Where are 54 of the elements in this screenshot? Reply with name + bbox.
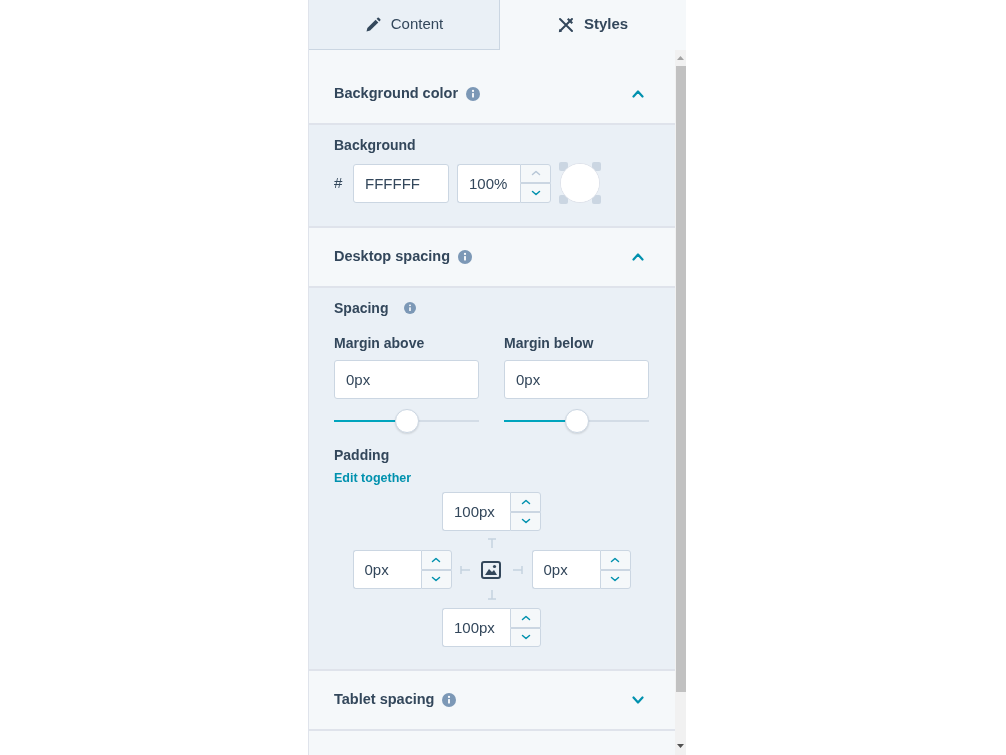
field-label: Margin below (504, 334, 595, 353)
section-title: Tablet spacing (334, 690, 435, 710)
chevron-down-icon (431, 576, 441, 583)
increment-button[interactable] (420, 550, 452, 570)
opacity-field[interactable]: 100% (457, 163, 520, 203)
padding-field[interactable]: 100px (442, 608, 510, 647)
top-marker-icon (486, 538, 497, 549)
section-title: Desktop spacing (334, 247, 451, 267)
info-icon[interactable] (458, 250, 473, 264)
color-swatch-icon[interactable] (559, 162, 601, 204)
section-title: Background color (334, 84, 459, 104)
hex-color-field[interactable]: FFFFFF (353, 163, 449, 203)
chevron-up-icon (520, 614, 531, 621)
chevron-down-icon (520, 518, 531, 525)
hash-prefix: # (334, 172, 344, 193)
field-label: Margin above (334, 334, 426, 353)
chevron-up-icon (520, 498, 531, 505)
slider-thumb[interactable] (564, 409, 589, 433)
chevron-up-icon (632, 253, 644, 261)
chevron-down-icon (610, 576, 620, 583)
padding-field[interactable]: 0px (531, 550, 600, 589)
scroll-down-icon[interactable] (677, 744, 684, 748)
increment-button[interactable] (599, 550, 631, 570)
chevron-down-icon (632, 696, 644, 704)
field-label: Background (334, 136, 417, 155)
decrement-button[interactable] (520, 183, 551, 203)
chevron-up-icon (530, 170, 541, 177)
pencil-icon (364, 16, 381, 33)
margin-field[interactable]: 0px (334, 360, 479, 399)
info-icon[interactable] (442, 693, 457, 707)
chevron-up-icon (431, 556, 441, 563)
bottom-marker-icon (486, 589, 497, 600)
chevron-down-icon (530, 189, 541, 196)
group-label: Spacing (334, 299, 389, 318)
increment-button[interactable] (510, 608, 541, 628)
chevron-up-icon (610, 556, 620, 563)
crossed-tools-icon (557, 16, 574, 33)
info-icon[interactable] (466, 87, 481, 101)
scroll-up-icon[interactable] (677, 56, 684, 60)
tab[interactable]: Content (309, 0, 500, 50)
field-label: Padding (334, 446, 391, 465)
padding-field[interactable]: 100px (442, 492, 510, 531)
decrement-button[interactable] (510, 511, 541, 531)
info-icon[interactable] (404, 302, 417, 314)
margin-field[interactable]: 0px (504, 360, 649, 399)
decrement-button[interactable] (510, 627, 541, 647)
left-marker-icon (459, 564, 471, 575)
increment-button[interactable] (510, 492, 541, 512)
image-icon (481, 560, 501, 579)
chevron-up-icon (632, 90, 644, 98)
chevron-down-icon (520, 634, 531, 641)
slider-thumb[interactable] (394, 409, 419, 433)
padding-field[interactable]: 0px (352, 550, 421, 589)
right-marker-icon (511, 564, 523, 575)
